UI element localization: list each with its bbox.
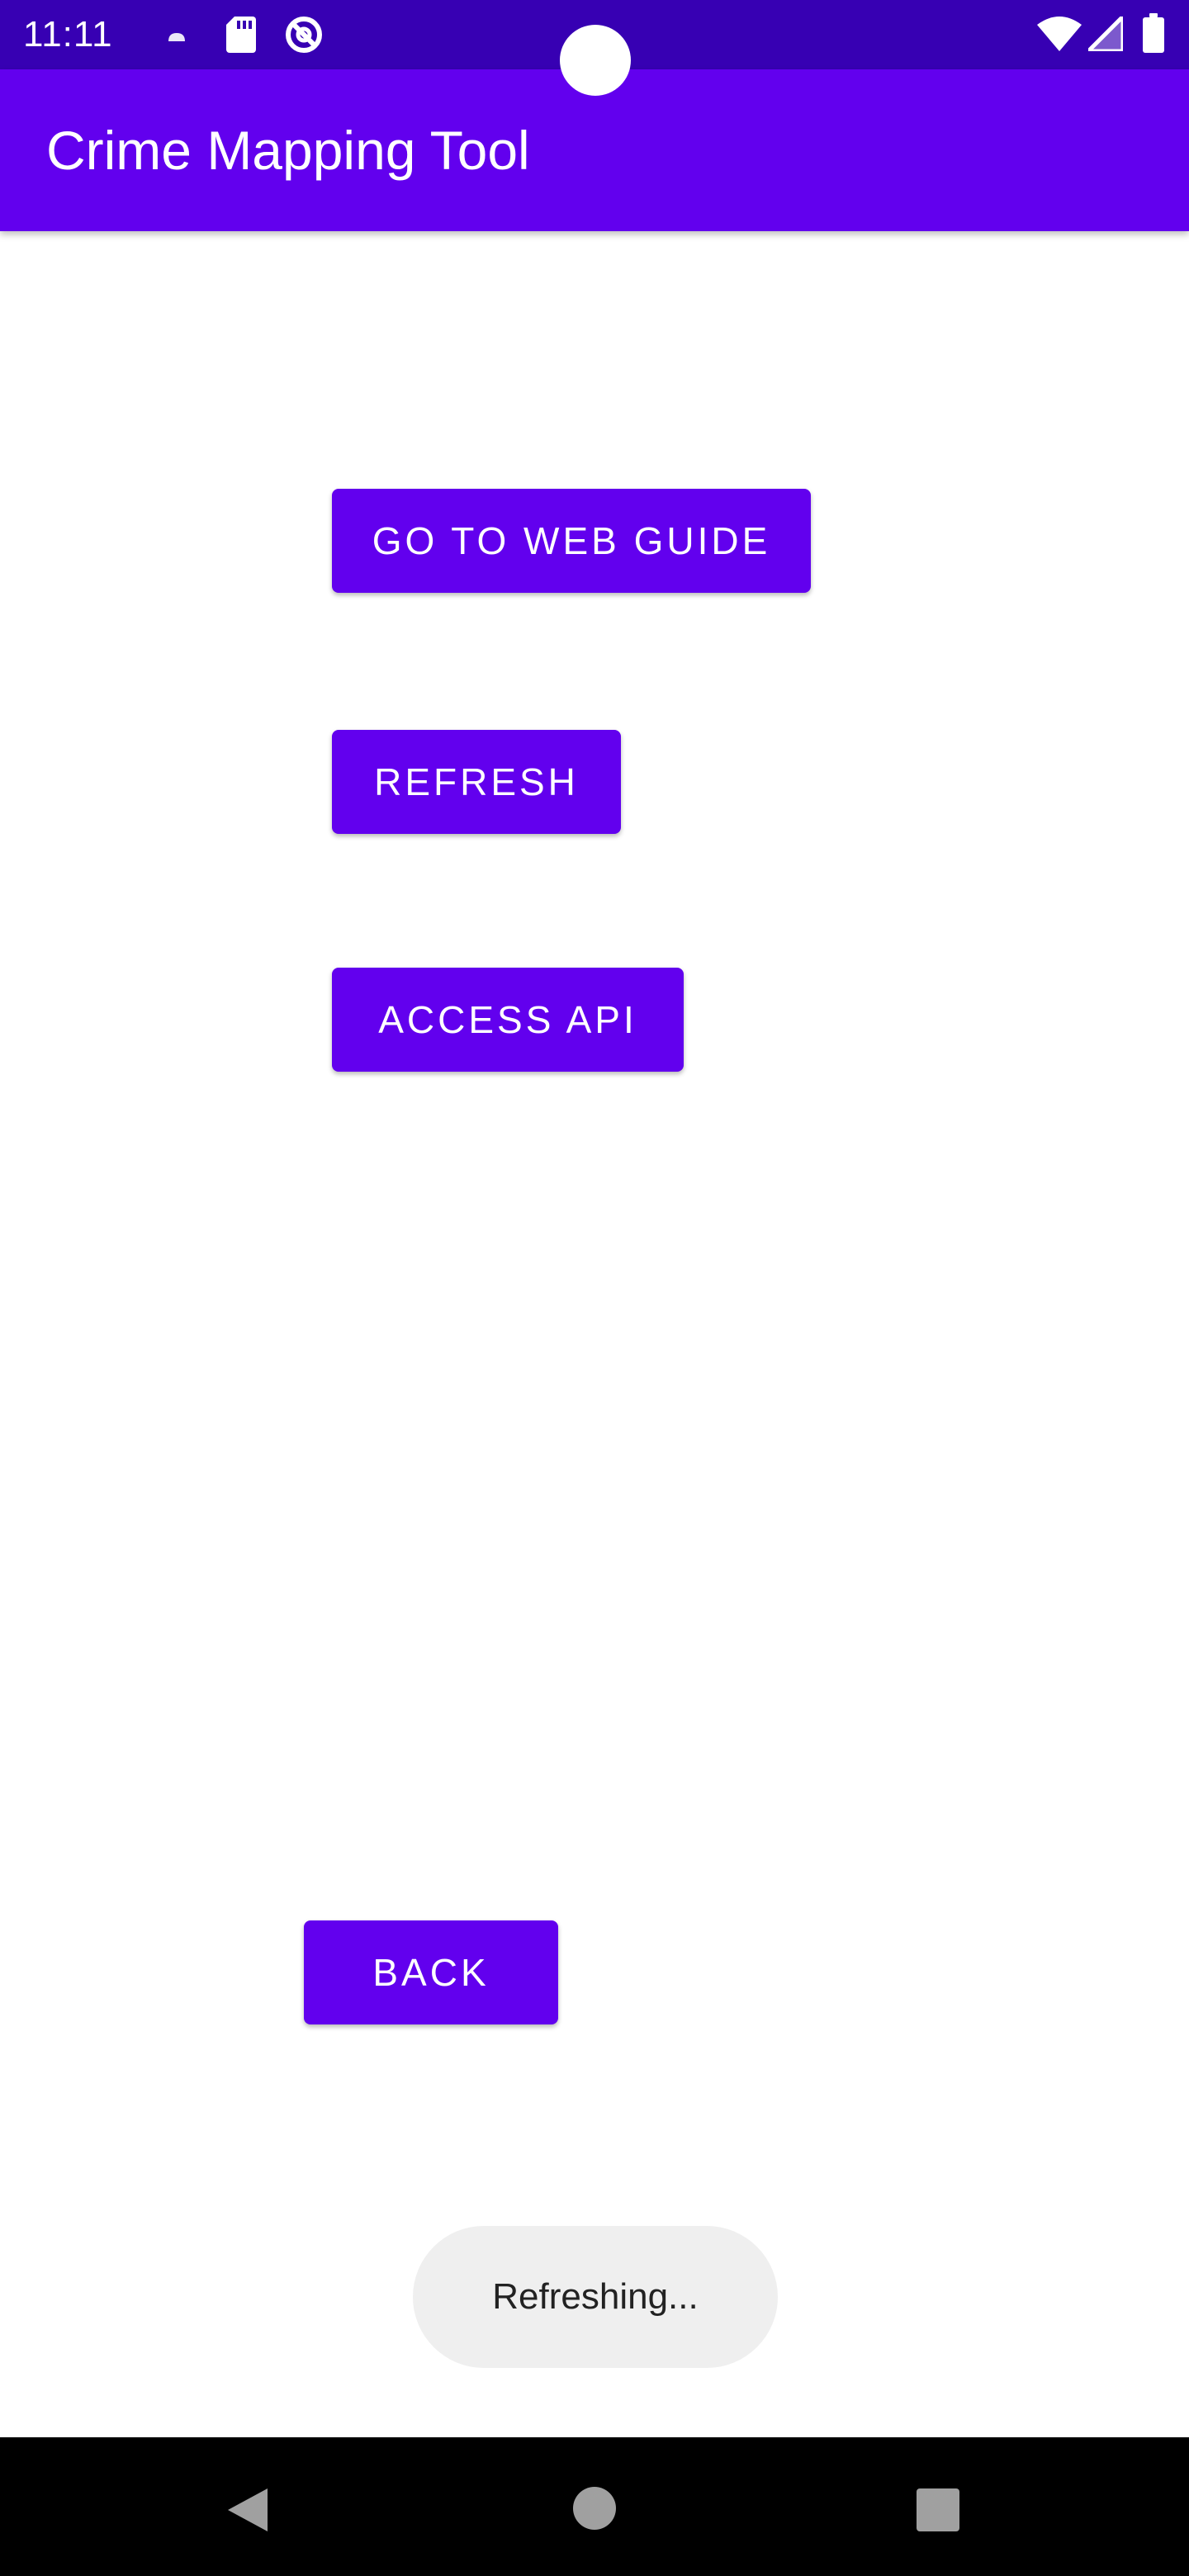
home-icon[interactable]: [573, 2487, 616, 2530]
sd-card-icon: [226, 17, 256, 53]
app-title: Crime Mapping Tool: [46, 120, 530, 181]
do-not-disturb-icon: [286, 17, 322, 53]
navigation-bar: [0, 2437, 1189, 2576]
web-guide-button[interactable]: GO TO WEB GUIDE: [332, 489, 811, 593]
battery-icon: [1143, 13, 1164, 53]
cell-signal-icon: [1088, 17, 1123, 51]
status-time: 11:11: [23, 14, 113, 54]
toast-message: Refreshing...: [413, 2226, 778, 2368]
wifi-icon: [1037, 17, 1082, 51]
back-icon[interactable]: [225, 2487, 271, 2533]
access-api-button[interactable]: ACCESS API: [332, 968, 684, 1072]
cloud-notification-icon: [168, 33, 185, 41]
recents-icon[interactable]: [917, 2488, 959, 2531]
refresh-button[interactable]: REFRESH: [332, 730, 621, 834]
back-button[interactable]: BACK: [304, 1920, 558, 2024]
camera-cutout: [560, 25, 631, 96]
